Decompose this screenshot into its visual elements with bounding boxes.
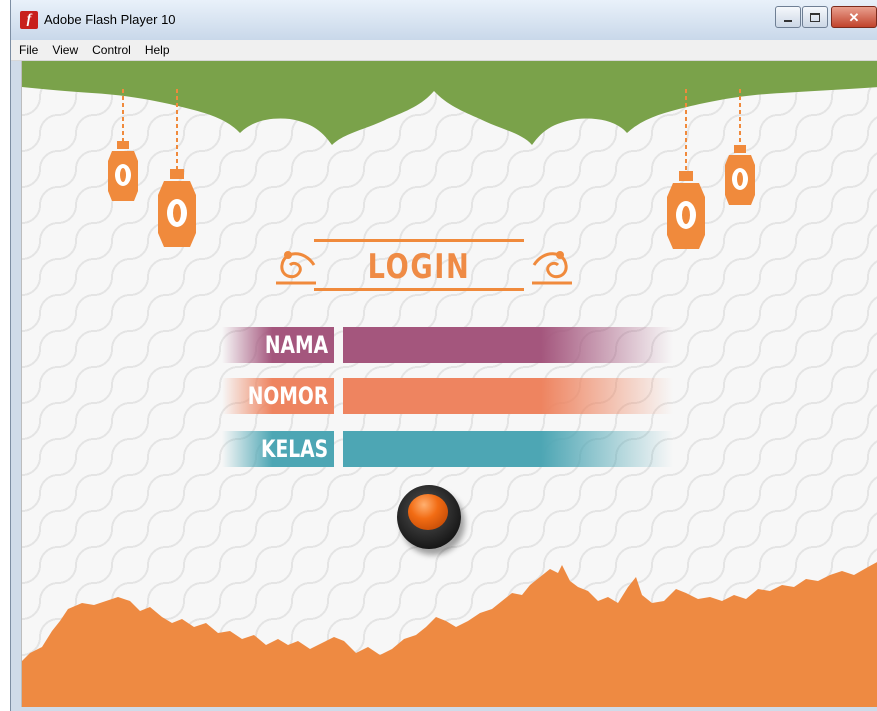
nomor-label: NOMOR <box>247 382 328 410</box>
top-banner <box>22 61 877 145</box>
minimize-button[interactable] <box>775 6 801 28</box>
kelas-label-box: KELAS <box>222 431 334 467</box>
minimize-icon <box>784 19 792 22</box>
menu-control[interactable]: Control <box>86 43 137 57</box>
window-title: Adobe Flash Player 10 <box>44 12 176 27</box>
close-button[interactable]: ✕ <box>831 6 877 28</box>
orange-round-button-icon <box>408 494 448 530</box>
nama-input[interactable] <box>343 327 673 363</box>
lantern-left-small-icon <box>108 89 138 201</box>
nomor-input[interactable] <box>343 378 673 414</box>
nama-label-box: NAMA <box>222 327 334 363</box>
login-heading: LOGIN <box>367 247 471 287</box>
login-banner: LOGIN <box>274 233 574 301</box>
close-icon: ✕ <box>848 9 860 25</box>
flash-stage: LOGIN NAMA NOMOR KELAS <box>21 61 877 707</box>
menu-bar: File View Control Help <box>11 40 877 61</box>
lantern-right-small-icon <box>725 89 755 205</box>
flash-player-icon: f <box>20 11 38 29</box>
maximize-icon <box>810 12 820 22</box>
lantern-right-large-icon <box>667 89 705 249</box>
flash-player-window: f Adobe Flash Player 10 ✕ File View Cont… <box>10 0 877 711</box>
menu-view[interactable]: View <box>46 43 84 57</box>
bottom-terrain <box>22 562 877 707</box>
maximize-button[interactable] <box>802 6 828 28</box>
nama-label: NAMA <box>264 331 328 359</box>
lantern-left-large-icon <box>158 89 196 247</box>
kelas-label: KELAS <box>260 435 328 463</box>
menu-help[interactable]: Help <box>139 43 176 57</box>
flourish-right-icon <box>532 251 572 285</box>
menu-file[interactable]: File <box>13 43 44 57</box>
kelas-input[interactable] <box>343 431 673 467</box>
nomor-label-box: NOMOR <box>222 378 334 414</box>
submit-button[interactable] <box>397 485 461 549</box>
title-bar[interactable]: f Adobe Flash Player 10 ✕ <box>11 0 877 40</box>
